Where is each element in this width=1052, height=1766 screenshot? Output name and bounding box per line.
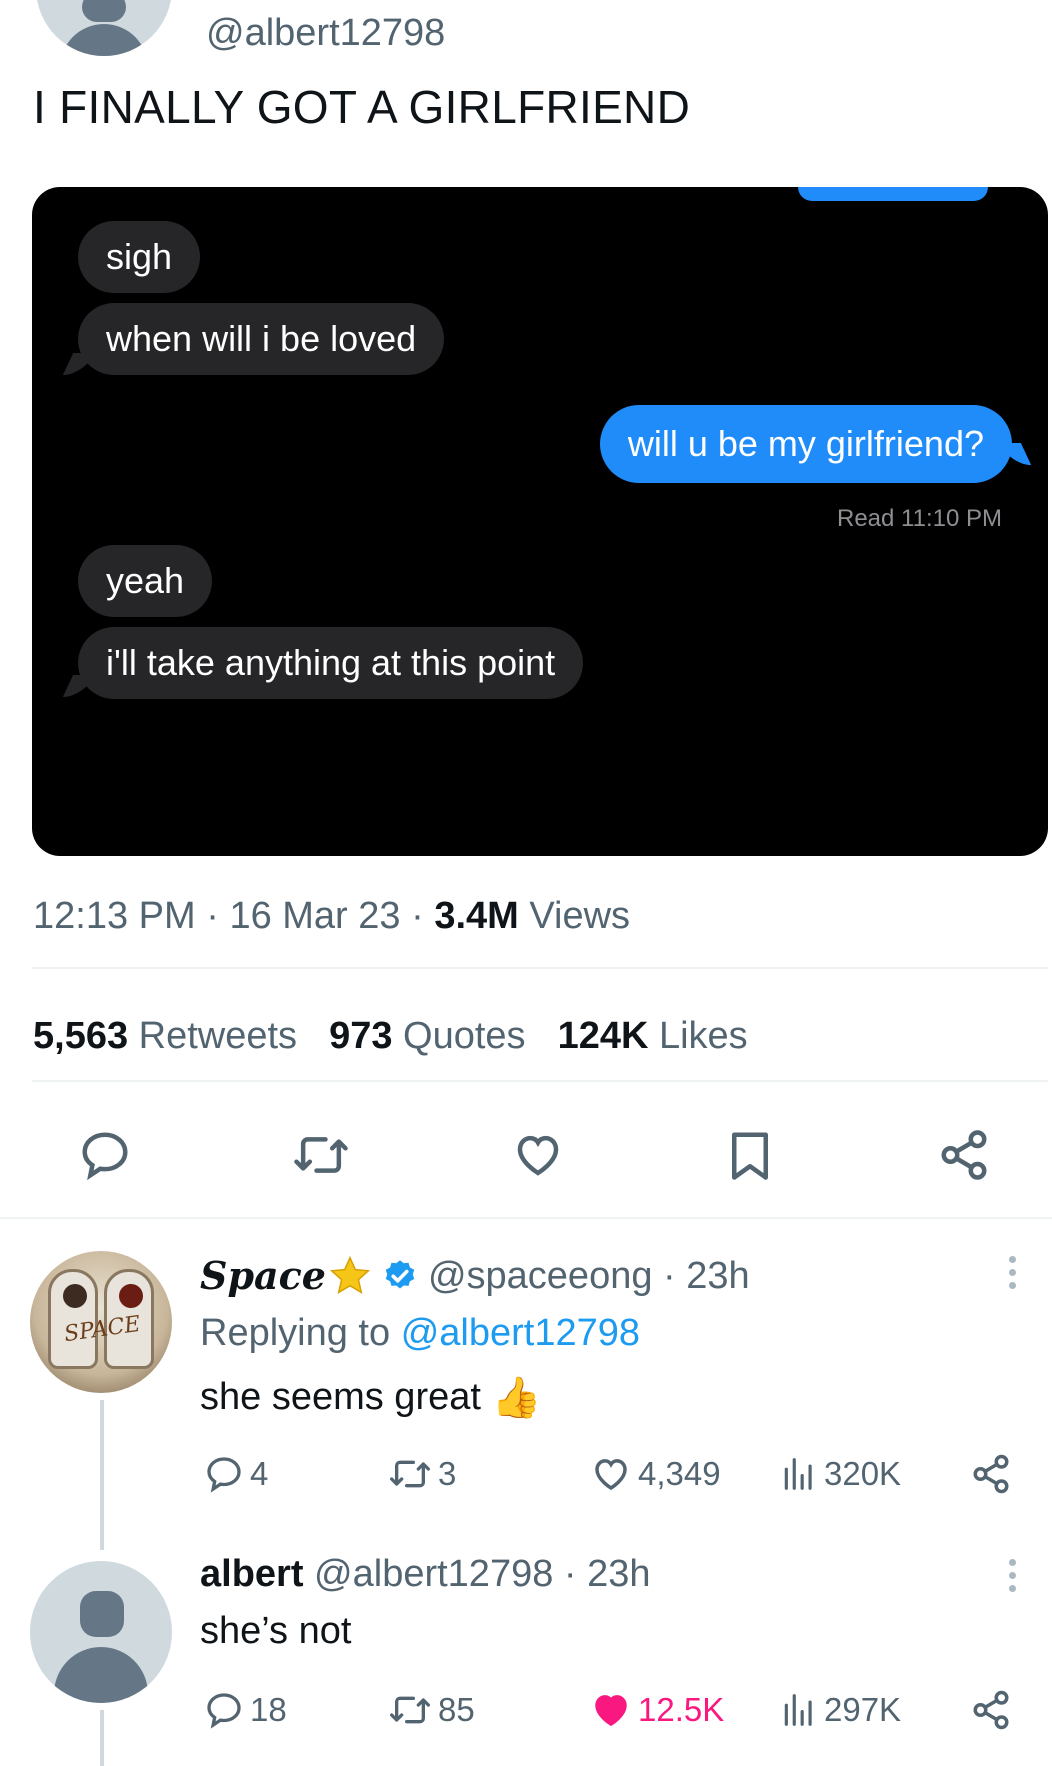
retweet-icon	[389, 1460, 430, 1488]
views-button[interactable]: 297K	[780, 1685, 901, 1735]
reply-text: she seems great 👍	[200, 1376, 542, 1420]
views-label: Views	[529, 895, 631, 937]
likes-stat[interactable]: 124K Likes	[558, 1015, 748, 1058]
chat-bubble-incoming: yeah	[78, 545, 213, 617]
albert-avatar[interactable]	[30, 1561, 172, 1703]
reply-icon	[207, 1693, 241, 1729]
verified-icon	[382, 1258, 418, 1294]
more-icon[interactable]	[992, 1555, 1032, 1595]
views-icon	[784, 1694, 812, 1726]
chat-bubble-incoming: sigh	[78, 221, 201, 293]
share-icon[interactable]	[929, 1120, 999, 1190]
divider	[32, 967, 1048, 969]
share-icon	[973, 1454, 1009, 1494]
reply-text: she’s not	[200, 1610, 352, 1652]
share-icon	[973, 1690, 1009, 1730]
chat-bubble-incoming: when will i be loved	[78, 303, 445, 375]
divider	[0, 1217, 1052, 1219]
reply-time[interactable]: 23h	[686, 1255, 749, 1298]
space-avatar[interactable]: SPACE	[30, 1251, 172, 1393]
share-button[interactable]	[970, 1685, 1012, 1735]
quotes-stat[interactable]: 973 Quotes	[329, 1015, 526, 1058]
reply-icon	[207, 1457, 241, 1493]
retweet-button[interactable]: 3	[388, 1449, 456, 1499]
thumbs-up-emoji: 👍	[491, 1376, 542, 1420]
views-button[interactable]: 320K	[780, 1449, 901, 1499]
tweet-text: I FINALLY GOT A GIRLFRIEND	[33, 81, 691, 133]
reply-author-handle[interactable]: @spaceeong	[428, 1255, 653, 1298]
engagement-stats: 5,563 Retweets 973 Quotes 124K Likes	[33, 1015, 748, 1058]
reply-header: albert @albert12798 · 23h	[200, 1553, 651, 1596]
retweet-icon[interactable]	[286, 1120, 356, 1190]
star-icon	[329, 1255, 371, 1295]
bookmark-icon[interactable]	[715, 1120, 785, 1190]
author-handle[interactable]: @albert12798	[206, 12, 445, 55]
reply-button[interactable]: 18	[204, 1685, 287, 1735]
reply-author-handle[interactable]: @albert12798	[314, 1553, 553, 1596]
share-button[interactable]	[970, 1449, 1012, 1499]
like-button[interactable]: 4,349	[590, 1449, 721, 1499]
reply-time[interactable]: 23h	[587, 1553, 650, 1596]
views-icon	[784, 1458, 812, 1490]
tweet-image-chat-screenshot[interactable]: sigh when will i be loved will u be my g…	[32, 187, 1048, 856]
reply-icon[interactable]	[70, 1120, 140, 1190]
reply-button[interactable]: 4	[204, 1449, 268, 1499]
like-icon	[595, 1459, 627, 1491]
tweet-date[interactable]: 16 Mar 23	[229, 895, 400, 937]
read-receipt: Read 11:10 PM	[837, 505, 1002, 532]
like-icon	[595, 1695, 627, 1727]
replying-to: Replying to @albert12798	[200, 1312, 640, 1354]
replying-to-link[interactable]: @albert12798	[401, 1312, 640, 1354]
reply-action-bar: 18 85 12.5K 297K	[0, 1685, 1052, 1735]
like-button-liked[interactable]: 12.5K	[590, 1685, 724, 1735]
tweet-action-bar	[0, 1120, 1052, 1190]
divider	[32, 1080, 1048, 1082]
views-count: 3.4M	[434, 895, 519, 937]
reply-author-name[interactable]: albert	[200, 1553, 303, 1596]
retweet-icon	[389, 1696, 430, 1724]
cropped-outgoing-bubble	[798, 187, 988, 201]
reply-header: Space @spaceeong · 23h	[200, 1253, 750, 1299]
chat-bubble-incoming: i'll take anything at this point	[78, 627, 584, 699]
like-icon[interactable]	[503, 1120, 573, 1190]
tweet-time[interactable]: 12:13 PM	[33, 895, 196, 937]
reply-action-bar: 4 3 4,349 320K	[0, 1449, 1052, 1499]
retweet-button[interactable]: 85	[388, 1685, 475, 1735]
more-icon[interactable]	[992, 1252, 1032, 1292]
chat-bubble-outgoing: will u be my girlfriend?	[599, 405, 1012, 483]
retweets-stat[interactable]: 5,563 Retweets	[33, 1015, 297, 1058]
tweet-metadata: 12:13 PM · 16 Mar 23 · 3.4M Views	[33, 895, 631, 937]
author-avatar[interactable]	[36, 0, 172, 56]
reply-author-name[interactable]: Space	[200, 1253, 326, 1299]
